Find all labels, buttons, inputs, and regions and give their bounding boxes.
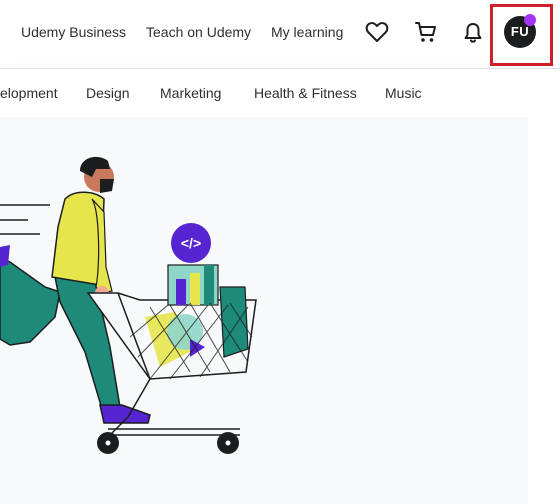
category-marketing[interactable]: Marketing [160,85,221,101]
page-margin [528,117,560,504]
notification-dot [524,14,536,26]
page: Udemy Business Teach on Udemy My learnin… [0,0,560,504]
nav-teach-on-udemy[interactable]: Teach on Udemy [146,23,251,41]
code-badge-text: </> [181,235,201,251]
bell-icon[interactable] [463,21,483,45]
category-health-fitness[interactable]: Health & Fitness [254,85,357,101]
top-header: Udemy Business Teach on Udemy My learnin… [0,0,560,69]
cart-icon[interactable] [414,20,438,44]
category-music[interactable]: Music [385,85,422,101]
category-development[interactable]: elopment [0,85,58,101]
nav-udemy-business[interactable]: Udemy Business [21,23,126,41]
category-bar: elopment Design Marketing Health & Fitne… [0,69,560,117]
nav-my-learning[interactable]: My learning [271,23,343,41]
shopping-cart-illustration: </> [0,156,257,454]
heart-icon[interactable] [365,21,389,43]
category-design[interactable]: Design [86,85,130,101]
